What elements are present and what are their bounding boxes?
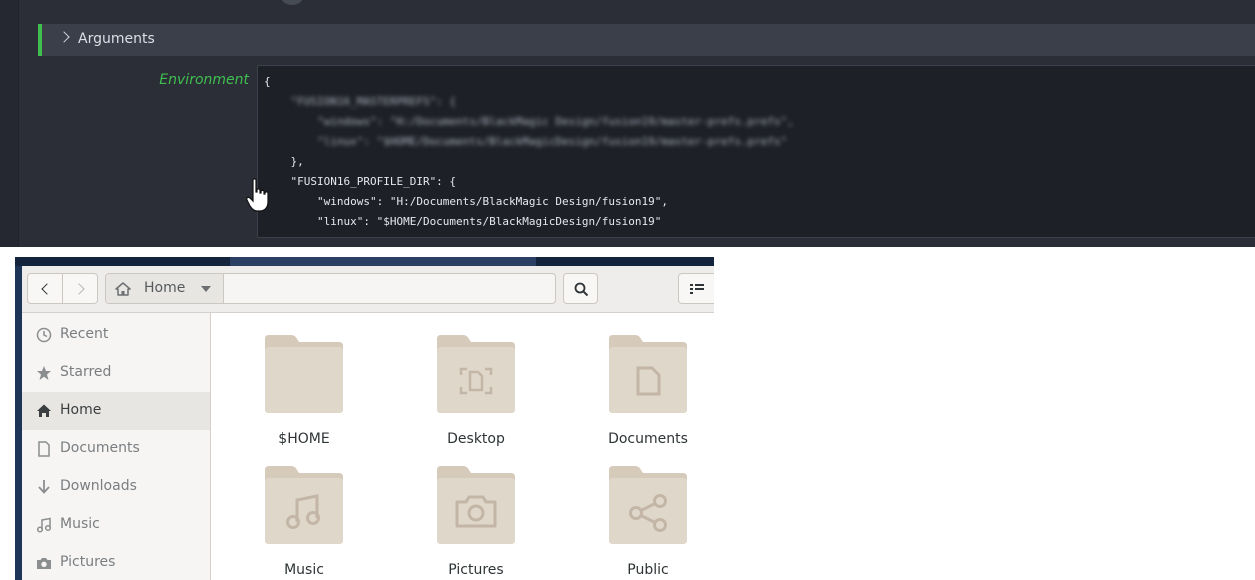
camera-icon: [37, 558, 51, 569]
music-icon: [36, 517, 52, 533]
places-sidebar: Recent Starred Home Documents Downloads …: [22, 313, 211, 580]
code-line: },: [264, 155, 304, 168]
forward-button[interactable]: [62, 273, 98, 304]
code-line: "windows": "H:/Documents/BlackMagic Desi…: [264, 195, 668, 208]
folder-item[interactable]: $HOME: [229, 335, 379, 465]
sidebar-item-label: Home: [60, 402, 102, 418]
document-icon: [38, 441, 50, 457]
code-line: {: [264, 75, 271, 88]
back-button[interactable]: [27, 273, 63, 304]
code-line: "linux": "$HOME/Documents/BlackMagicDesi…: [264, 215, 662, 228]
sidebar-item-label: Downloads: [60, 478, 137, 494]
documents-folder-icon: [609, 335, 687, 413]
search-icon: [574, 282, 589, 297]
home-icon: [37, 404, 51, 417]
folder-item[interactable]: Public: [573, 466, 714, 580]
arguments-section-header[interactable]: Arguments: [38, 24, 1255, 56]
sidebar-item-pictures[interactable]: Pictures: [22, 544, 210, 580]
list-view-icon: [690, 284, 704, 294]
search-button[interactable]: [563, 273, 598, 304]
sidebar-item-label: Recent: [60, 326, 109, 342]
path-home-label: Home: [144, 280, 186, 296]
file-manager-window: Home Recent Starred Home Documents Downl…: [22, 266, 714, 580]
home-icon: [115, 282, 131, 296]
path-bar[interactable]: Home: [105, 273, 556, 304]
sidebar-item-music[interactable]: Music: [22, 506, 210, 544]
sidebar-item-downloads[interactable]: Downloads: [22, 468, 210, 506]
folder-item[interactable]: Documents: [573, 335, 714, 465]
sidebar-item-label: Pictures: [60, 554, 116, 570]
environment-json-editor[interactable]: { "FUSION16_MASTERPREFS": { "windows": "…: [257, 65, 1255, 238]
code-line: "FUSION16_PROFILE_DIR": {: [264, 175, 457, 188]
file-grid: $HOME Desktop Documents Music Pictures P…: [211, 313, 714, 580]
sidebar-item-label: Music: [60, 516, 100, 532]
folder-item[interactable]: Desktop: [401, 335, 551, 465]
header-bar: Home: [22, 266, 714, 313]
arguments-section-label: Arguments: [78, 31, 155, 47]
sidebar-item-label: Documents: [60, 440, 140, 456]
sidebar-item-home[interactable]: Home: [22, 392, 210, 430]
hand-cursor-icon: [246, 178, 269, 212]
folder-label: $HOME: [278, 431, 330, 447]
dropdown-arrow-icon[interactable]: [201, 286, 211, 292]
folder-item[interactable]: Music: [229, 466, 379, 580]
environment-label: Environment: [159, 72, 249, 88]
window-shadow-top: [15, 257, 714, 266]
folder-item[interactable]: Pictures: [401, 466, 551, 580]
folder-label: Desktop: [447, 431, 505, 447]
sidebar-item-label: Starred: [60, 364, 112, 380]
editor-panel: Arguments Environment { "FUSION16_MASTER…: [0, 0, 1255, 247]
folder-label: Pictures: [448, 562, 504, 578]
folder-icon: [265, 335, 343, 413]
code-line-blurred: "linux": "$HOME/Documents/BlackMagicDesi…: [264, 135, 788, 148]
collapse-handle[interactable]: [279, 0, 305, 5]
folder-label: Public: [627, 562, 669, 578]
sidebar-item-recent[interactable]: Recent: [22, 316, 210, 354]
desktop-background: Home Recent Starred Home Documents Downl…: [15, 257, 714, 580]
path-home-button[interactable]: Home: [106, 274, 224, 303]
chevron-right-icon: [58, 31, 70, 43]
pictures-folder-icon: [437, 466, 515, 544]
editor-gutter: [0, 0, 19, 247]
download-icon: [38, 480, 50, 494]
chevron-right-icon: [73, 283, 85, 295]
code-line-blurred: "FUSION16_MASTERPREFS": {: [264, 95, 457, 108]
folder-label: Documents: [608, 431, 688, 447]
view-toggle-button[interactable]: [678, 273, 714, 304]
public-folder-icon: [609, 466, 687, 544]
sidebar-item-documents[interactable]: Documents: [22, 430, 210, 468]
folder-label: Music: [284, 562, 324, 578]
star-icon: [37, 366, 51, 380]
desktop-folder-icon: [437, 335, 515, 413]
clock-icon: [36, 327, 52, 343]
music-folder-icon: [265, 466, 343, 544]
code-line-blurred: "windows": "H:/Documents/BlackMagic Desi…: [264, 115, 794, 128]
chevron-left-icon: [41, 283, 53, 295]
sidebar-item-starred[interactable]: Starred: [22, 354, 210, 392]
